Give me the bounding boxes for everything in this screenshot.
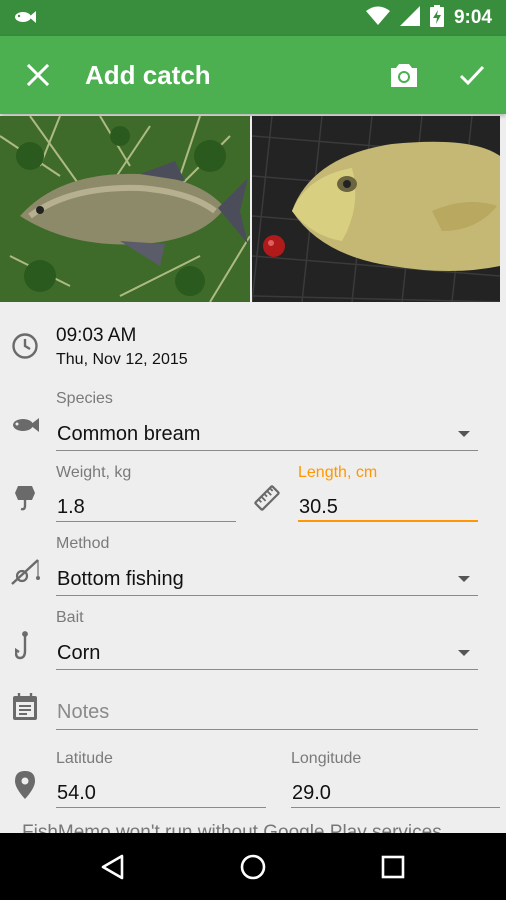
fishing-rod-icon bbox=[10, 557, 40, 587]
home-button[interactable] bbox=[229, 845, 277, 889]
navigation-bar bbox=[0, 833, 506, 900]
fish-icon bbox=[10, 410, 40, 440]
location-pin-icon bbox=[10, 770, 40, 800]
app-toolbar: Add catch bbox=[0, 36, 506, 114]
ruler-icon bbox=[252, 483, 282, 513]
species-select[interactable]: Common bream bbox=[57, 423, 200, 446]
chevron-down-icon[interactable] bbox=[458, 576, 470, 582]
species-underline bbox=[56, 450, 478, 451]
chevron-down-icon[interactable] bbox=[458, 431, 470, 437]
bait-label: Bait bbox=[56, 609, 84, 626]
camera-icon bbox=[391, 64, 417, 87]
close-icon bbox=[27, 64, 49, 86]
catch-photo[interactable] bbox=[252, 116, 500, 302]
home-icon bbox=[240, 854, 266, 880]
notes-icon bbox=[10, 692, 40, 722]
length-input[interactable]: 30.5 bbox=[299, 496, 338, 519]
save-button[interactable] bbox=[452, 55, 492, 95]
catch-time[interactable]: 09:03 AM bbox=[56, 325, 136, 347]
fish-notification-icon bbox=[14, 10, 36, 29]
back-button[interactable] bbox=[89, 845, 137, 889]
longitude-label: Longitude bbox=[291, 750, 362, 767]
catch-date[interactable]: Thu, Nov 12, 2015 bbox=[56, 351, 188, 369]
weight-icon bbox=[10, 483, 40, 513]
method-label: Method bbox=[56, 535, 110, 552]
camera-button[interactable] bbox=[384, 55, 424, 95]
bait-select[interactable]: Corn bbox=[57, 642, 100, 665]
check-icon bbox=[459, 65, 485, 86]
clock-time: 9:04 bbox=[453, 7, 492, 28]
longitude-underline bbox=[291, 807, 500, 808]
page-title: Add catch bbox=[85, 60, 211, 90]
notes-input[interactable]: Notes bbox=[57, 701, 109, 724]
clock-icon bbox=[10, 331, 40, 361]
wifi-icon bbox=[365, 6, 390, 31]
back-icon bbox=[101, 854, 124, 880]
photo-gallery bbox=[0, 116, 506, 304]
length-underline bbox=[298, 520, 478, 522]
weight-input[interactable]: 1.8 bbox=[57, 496, 85, 519]
weight-label: Weight, kg bbox=[56, 464, 132, 481]
notes-underline bbox=[56, 729, 478, 730]
recents-button[interactable] bbox=[369, 845, 417, 889]
latitude-input[interactable]: 54.0 bbox=[57, 782, 96, 805]
method-select[interactable]: Bottom fishing bbox=[57, 568, 184, 591]
species-label: Species bbox=[56, 390, 113, 407]
latitude-label: Latitude bbox=[56, 750, 113, 767]
chevron-down-icon[interactable] bbox=[458, 650, 470, 656]
method-underline bbox=[56, 595, 478, 596]
recents-icon bbox=[381, 855, 405, 879]
longitude-input[interactable]: 29.0 bbox=[292, 782, 331, 805]
bait-underline bbox=[56, 669, 478, 670]
status-bar: 9:04 bbox=[0, 0, 506, 36]
close-button[interactable] bbox=[18, 55, 58, 95]
catch-photo[interactable] bbox=[0, 116, 250, 302]
length-label: Length, cm bbox=[298, 464, 378, 481]
signal-icon bbox=[399, 5, 420, 31]
battery-icon bbox=[429, 4, 444, 32]
latitude-underline bbox=[56, 807, 266, 808]
hook-icon bbox=[10, 631, 40, 661]
weight-underline bbox=[56, 521, 236, 522]
